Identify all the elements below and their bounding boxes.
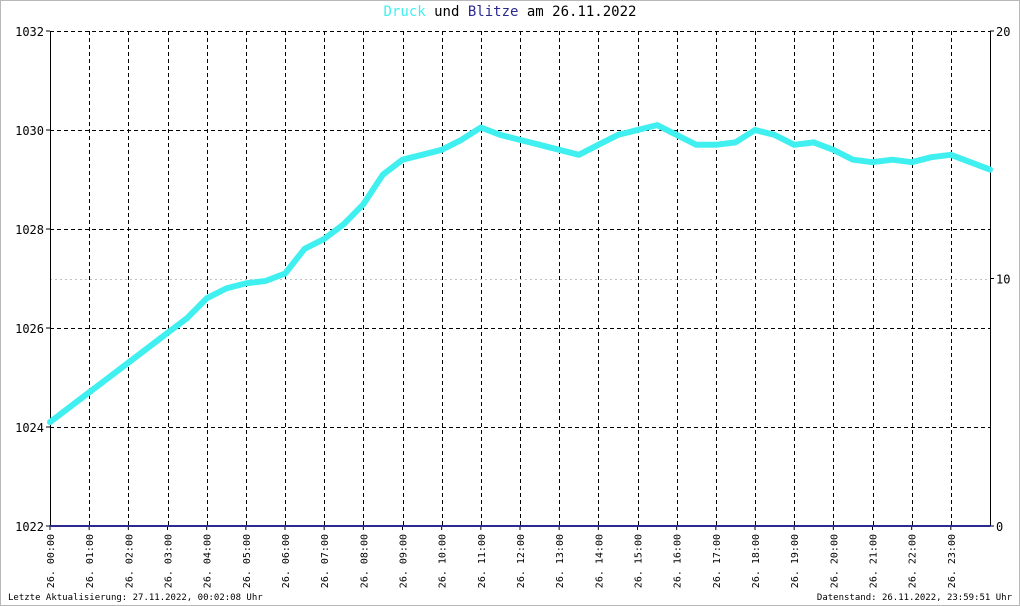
y-left-tick-label: 1026 bbox=[15, 322, 44, 336]
x-tick-label: 26. 23:00 bbox=[947, 534, 958, 588]
x-tick-label: 26. 19:00 bbox=[790, 534, 801, 588]
x-tick-label: 26. 11:00 bbox=[477, 534, 488, 588]
x-tick-label: 26. 07:00 bbox=[320, 534, 331, 588]
grid-layer bbox=[50, 31, 990, 526]
y-left-tick-label: 1022 bbox=[15, 520, 44, 534]
x-tick-label: 26. 09:00 bbox=[399, 534, 410, 588]
x-tick-label: 26. 02:00 bbox=[124, 534, 135, 588]
x-tick-label: 26. 16:00 bbox=[673, 534, 684, 588]
x-tick-label: 26. 15:00 bbox=[634, 534, 645, 588]
y-right-tick-label: 10 bbox=[996, 273, 1010, 287]
x-tick-label: 26. 04:00 bbox=[203, 534, 214, 588]
footer-data-status: Datenstand: 26.11.2022, 23:59:51 Uhr bbox=[816, 593, 1012, 603]
x-tick-label: 26. 00:00 bbox=[46, 534, 57, 588]
chart-area: 1022 1024 1026 1028 1030 1032 0 10 20 26. 00:00 26… bbox=[15, 25, 1010, 588]
y-left-tick-label: 1028 bbox=[15, 223, 44, 237]
y-left-tick-label: 1030 bbox=[15, 124, 44, 138]
x-tick-label: 26. 12:00 bbox=[516, 534, 527, 588]
y-right-tick-label: 20 bbox=[996, 25, 1010, 39]
x-tick-label: 26. 10:00 bbox=[438, 534, 449, 588]
axis-layer bbox=[46, 30, 994, 530]
y-left-tick-label: 1032 bbox=[15, 25, 44, 39]
x-tick-label: 26. 05:00 bbox=[242, 534, 253, 588]
x-tick-label: 26. 13:00 bbox=[555, 534, 566, 588]
x-tick-label: 26. 22:00 bbox=[908, 534, 919, 588]
x-tick-label: 26. 20:00 bbox=[829, 534, 840, 588]
x-tick-label: 26. 03:00 bbox=[164, 534, 175, 588]
y-right-tick-label: 0 bbox=[996, 520, 1003, 534]
x-tick-label: 26. 17:00 bbox=[712, 534, 723, 588]
x-tick-label: 26. 21:00 bbox=[869, 534, 880, 588]
x-tick-label: 26. 06:00 bbox=[281, 534, 292, 588]
y-left-tick-label: 1024 bbox=[15, 421, 44, 435]
x-tick-label: 26. 08:00 bbox=[359, 534, 370, 588]
footer-last-update: Letzte Aktualisierung: 27.11.2022, 00:02… bbox=[8, 593, 263, 603]
x-tick-label: 26. 01:00 bbox=[85, 534, 96, 588]
label-layer: 1022 1024 1026 1028 1030 1032 0 10 20 26. 00:00 26… bbox=[15, 25, 1010, 588]
x-tick-label: 26. 18:00 bbox=[751, 534, 762, 588]
x-tick-label: 26. 14:00 bbox=[594, 534, 605, 588]
